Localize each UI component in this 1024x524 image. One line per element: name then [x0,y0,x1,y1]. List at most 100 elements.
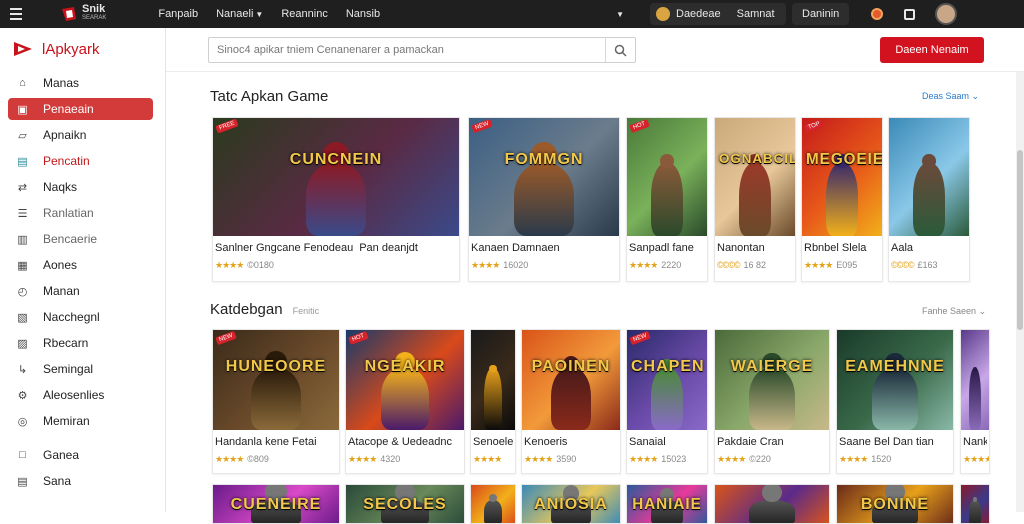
notification-icon[interactable] [869,6,885,22]
sidebar-item-12[interactable]: ↳ Semingal [0,356,165,382]
section3-card-3-artwork-head [489,494,497,502]
game-card[interactable]: Nanks ★★★★ [960,329,990,474]
sidebar-item-3[interactable]: ▱ Apnaikn [0,122,165,148]
section2-card-1-game-logo: HUNEOORE [225,358,327,375]
scrollbar[interactable] [1016,72,1024,512]
game-card[interactable]: FOMMGN NEW Kanaen Damnaen ★★★★ 16020 [468,117,620,282]
sidebar-item-16[interactable]: ▤ Sana [0,468,165,494]
game-card-rating: ©©©© £163 [891,260,938,270]
game-card[interactable]: HOT Sanpadl fane ★★★★ 2220 [626,117,708,282]
game-card[interactable]: WAIERGE Pakdaie Cran ★★★★ ©220 [714,329,830,474]
brand-logo-icon[interactable] [60,5,78,23]
section1-card-1-artwork-figure [306,162,366,236]
game-card[interactable] [470,484,516,524]
game-card[interactable]: CUNCNEIN FREE Sanlner Gngcane Fenodeau Pan … [212,117,460,282]
section3-card-6-artwork-figure [749,500,795,523]
game-card[interactable]: ANIOSIA [521,484,621,524]
hamburger-menu-icon[interactable] [10,8,30,20]
game-card[interactable]: CUENEIRE [212,484,340,524]
coin-icon [656,7,670,21]
sidebar-item-1[interactable]: ⌂ Manas [0,70,165,96]
game-card-rating: ★★★★ 15023 [629,454,686,465]
section2-card-2-game-logo: NGEAKIR [364,358,446,375]
sidebar-item-10[interactable]: ▧ Nacchegnl [0,304,165,330]
game-card-rating: ★★★★ 2220 [629,260,681,271]
sidebar-item-label: Sana [43,474,72,488]
star-rating-icon: ★★★★ [839,454,868,464]
grid-icon: ▤ [17,155,28,168]
brand-name[interactable]: Snik SEARAK [82,4,106,23]
game-card[interactable]: CHAPEN NEW Sanaial ★★★★ 15023 [626,329,708,474]
sidebar-item-label: Bencaerie [43,232,98,246]
section2-card-4-game-logo: PAOINEN [531,358,611,375]
nav-item-2[interactable]: Nanaeli ▼ [216,8,263,20]
sidebar-item-9[interactable]: ◴ Manan [0,278,165,304]
game-card[interactable]: Aala ©©©© £163 [888,117,970,282]
avatar[interactable] [935,3,958,25]
section1-card-3-badge: HOT [629,119,650,133]
nav-item-4[interactable]: Nansib [346,8,380,20]
section2-card-7-artwork-figure [871,368,919,430]
see-all-link-1[interactable]: Deas Saam ⌄ [922,91,979,102]
see-all-link-2[interactable]: Fanhe Saeen ⌄ [922,306,986,317]
star-rating-icon: ★★★★ [629,260,658,270]
sidebar-item-4[interactable]: ▤ Pencatin [0,148,165,174]
section1-card-5-game-logo: MEGOEIE [806,151,882,169]
search-input[interactable] [209,38,605,62]
sidebar-item-11[interactable]: ▨ Rbecarn [0,330,165,356]
sidebar-item-13[interactable]: ⚙ Aleosenlies [0,382,165,408]
nav-item-3[interactable]: Reanninc [281,8,327,20]
account-button[interactable]: Daninin [792,3,850,25]
section2-card-1-artwork-figure [250,368,302,430]
game-card-rating: ★★★★ [963,454,989,465]
game-card[interactable]: BONINE [836,484,954,524]
game-card[interactable]: Senoele ★★★★ [470,329,516,474]
game-card-artwork: MEGOEIE TOP [802,118,882,236]
chevron-down-icon: ⌄ [978,306,987,316]
settings-icon: ◎ [17,415,28,428]
sidebar-item-15[interactable]: □ Ganea [0,442,165,468]
game-card[interactable]: MEGOEIE TOP Rbnbel Slela ★★★★ E095 [801,117,883,282]
nav-item-1[interactable]: Fanpaib [158,8,198,20]
game-card[interactable] [714,484,830,524]
game-card-artwork: HUNEOORE NEW [213,330,339,430]
sidebar-item-5[interactable]: ⇄ Naqks [0,174,165,200]
sidebar-item-14[interactable]: ◎ Memiran [0,408,165,434]
primary-cta-button[interactable]: Daeen Nenaim [880,37,984,63]
game-card[interactable]: SECOLES [345,484,465,524]
game-card[interactable]: PAOINEN Kenoeris ★★★★ 3590 [521,329,621,474]
rating-count: ©0180 [247,260,274,270]
game-card[interactable] [960,484,990,524]
dropdown-arrow-icon[interactable]: ▼ [616,10,624,19]
game-card-title: Saane Bel Dan tian [839,436,951,448]
game-card[interactable]: OGNABCIL Nanontan ©©©© 16 82 [714,117,796,282]
sidebar-item-8[interactable]: ▦ Aones [0,252,165,278]
game-card-title-text: Sanaial [629,436,666,448]
section2-card-7-game-logo: EAMEHNNE [845,358,945,375]
game-card[interactable]: NGEAKIR HOT Atacope & Uedeadnc ★★★★ 4320 [345,329,465,474]
search-icon[interactable] [605,38,635,62]
sidebar-item-6[interactable]: ☰ Ranlatian [0,200,165,226]
game-card-title: Rbnbel Slela [804,242,880,254]
game-card[interactable]: HUNEOORE NEW Handanla kene Fetai ★★★★ ©809 [212,329,340,474]
star-rating-icon: ★★★★ [348,454,377,464]
sidebar-item-label: Memiran [43,414,90,428]
window-icon[interactable] [901,6,917,22]
section2-card-5-badge: NEW [629,330,651,346]
section1-card-2-game-logo: FOMMGN [504,151,584,169]
rating-count: 4320 [380,454,401,464]
sidebar-app-title[interactable]: lApkyark [0,28,165,70]
section3-card-2-game-logo: SECOLES [363,496,447,514]
section2-subtitle: Fenitic [292,306,320,316]
game-card[interactable]: EAMEHNNE Saane Bel Dan tian ★★★★ 1520 [836,329,954,474]
sidebar-items: ⌂ Manas ▣ Penaeain ▱ Apnaikn ▤ Pencatin ⇄ Naqks ☰ R… [0,70,165,494]
sidebar-item-label: Pencatin [43,154,90,168]
sidebar-item-2[interactable]: ▣ Penaeain [8,98,153,120]
sidebar-item-7[interactable]: ▥ Bencaerie [0,226,165,252]
game-card-artwork [471,485,515,523]
scrollbar-thumb[interactable] [1017,150,1023,330]
game-card-artwork: NGEAKIR HOT [346,330,464,430]
game-card[interactable]: HANIAIE [626,484,708,524]
account-chip[interactable]: Daedeae Samnat [650,3,786,25]
search-row: Daeen Nenaim [166,28,1024,72]
